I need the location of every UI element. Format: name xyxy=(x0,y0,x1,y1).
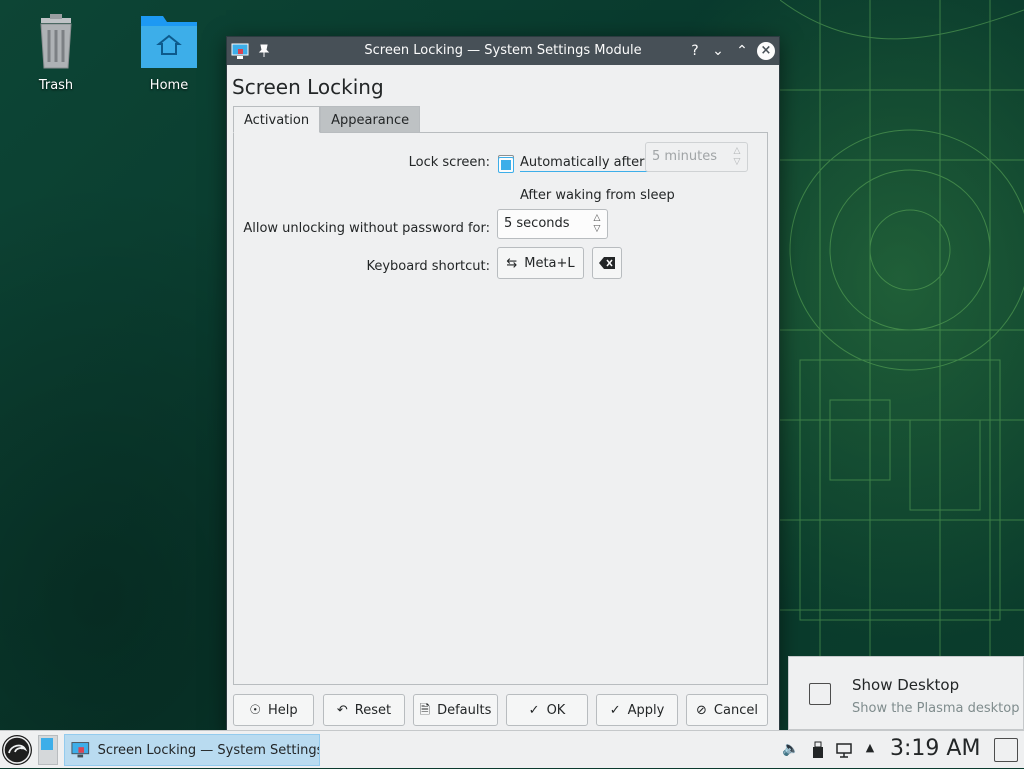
volume-icon[interactable]: 🔈 xyxy=(782,741,799,759)
application-launcher-button[interactable] xyxy=(2,735,32,765)
task-screen-locking[interactable]: Screen Locking — System Settings... xyxy=(64,734,320,766)
configure-shortcut-icon: ⇆ xyxy=(506,255,518,271)
document-defaults-icon: 🗎 xyxy=(419,702,431,718)
cancel-button-label: Cancel xyxy=(713,702,758,718)
cancel-button[interactable]: ⊘ Cancel xyxy=(686,694,768,726)
lock-screen-label: Lock screen: xyxy=(408,155,490,170)
close-icon[interactable]: × xyxy=(757,42,775,60)
tab-appearance[interactable]: Appearance xyxy=(320,106,421,133)
keyboard-shortcut-button[interactable]: ⇆ Meta+L xyxy=(497,247,584,279)
cancel-circle-icon: ⊘ xyxy=(696,702,707,718)
minimize-icon[interactable]: ⌄ xyxy=(708,41,728,61)
unlock-grace-value: 5 seconds xyxy=(504,216,570,231)
tab-activation[interactable]: Activation xyxy=(233,106,321,133)
network-icon[interactable] xyxy=(836,741,852,759)
after-waking-checkbox[interactable] xyxy=(498,157,514,173)
desktop-icon-label: Home xyxy=(149,78,189,93)
apply-button-label: Apply xyxy=(627,702,665,718)
help-button-label: Help xyxy=(268,702,298,718)
apply-button[interactable]: ✓ Apply xyxy=(596,694,678,726)
keyboard-shortcut-label: Keyboard shortcut: xyxy=(366,259,490,274)
desktop-icon-home[interactable]: Home xyxy=(129,12,209,93)
shortcut-value: Meta+L xyxy=(524,255,575,271)
taskbar: Screen Locking — System Settings... 🔈 ▲ … xyxy=(0,730,1024,768)
help-button[interactable]: ☉ Help xyxy=(233,694,314,726)
maximize-icon[interactable]: ⌃ xyxy=(732,41,752,61)
backspace-clear-icon xyxy=(599,257,615,269)
tab-bar: Activation Appearance xyxy=(233,106,421,133)
expand-tray-icon[interactable]: ▲ xyxy=(862,741,878,759)
undo-icon: ↶ xyxy=(336,702,348,718)
lifebuoy-help-icon: ☉ xyxy=(249,702,261,718)
desktop-icon-label: Trash xyxy=(38,78,74,93)
trash-icon xyxy=(40,14,72,69)
checkmark-icon: ✓ xyxy=(528,702,540,718)
auto-lock-minutes-spinbox: 5 minutes △ ▽ xyxy=(645,142,748,172)
settings-window: Screen Locking — System Settings Module … xyxy=(226,36,780,732)
activation-panel: Lock screen: Automatically after: 5 minu… xyxy=(233,132,768,685)
after-waking-label[interactable]: After waking from sleep xyxy=(520,188,675,203)
home-folder-icon xyxy=(141,16,197,68)
tooltip-subtitle: Show the Plasma desktop xyxy=(852,701,1020,716)
window-titlebar[interactable]: Screen Locking — System Settings Module … xyxy=(227,37,779,65)
show-desktop-tooltip: Show Desktop Show the Plasma desktop xyxy=(788,656,1024,730)
reset-button-label: Reset xyxy=(354,702,392,718)
ok-button-label: OK xyxy=(546,702,566,718)
defaults-button[interactable]: 🗎 Defaults xyxy=(413,694,498,726)
tooltip-title: Show Desktop xyxy=(852,676,960,694)
auto-lock-label[interactable]: Automatically after: xyxy=(520,155,649,172)
unlock-grace-spinbox[interactable]: 5 seconds △ ▽ xyxy=(497,209,608,239)
screen-lock-app-icon xyxy=(71,742,90,758)
wallpaper-blueprint xyxy=(780,0,1024,730)
auto-lock-minutes-value: 5 minutes xyxy=(652,149,718,164)
clock[interactable]: 3:19 AM xyxy=(890,736,980,761)
help-icon[interactable]: ? xyxy=(685,41,705,61)
desktop-icon-trash[interactable]: Trash xyxy=(16,12,96,93)
defaults-button-label: Defaults xyxy=(437,702,492,718)
unlock-grace-label: Allow unlocking without password for: xyxy=(243,221,490,236)
reset-button[interactable]: ↶ Reset xyxy=(323,694,405,726)
spin-arrows-icon[interactable]: △ ▽ xyxy=(591,213,603,235)
checkmark-icon: ✓ xyxy=(609,702,621,718)
page-title: Screen Locking xyxy=(232,75,384,99)
opensuse-chameleon-icon xyxy=(3,736,31,764)
spin-arrows-icon: △ ▽ xyxy=(733,146,741,167)
virtual-desktop-pager[interactable] xyxy=(38,735,58,765)
show-desktop-icon xyxy=(809,683,831,705)
ok-button[interactable]: ✓ OK xyxy=(506,694,588,726)
show-desktop-button[interactable] xyxy=(994,738,1018,762)
usb-device-icon[interactable] xyxy=(810,741,826,759)
clear-shortcut-button[interactable] xyxy=(592,247,622,279)
task-label: Screen Locking — System Settings... xyxy=(97,742,319,758)
